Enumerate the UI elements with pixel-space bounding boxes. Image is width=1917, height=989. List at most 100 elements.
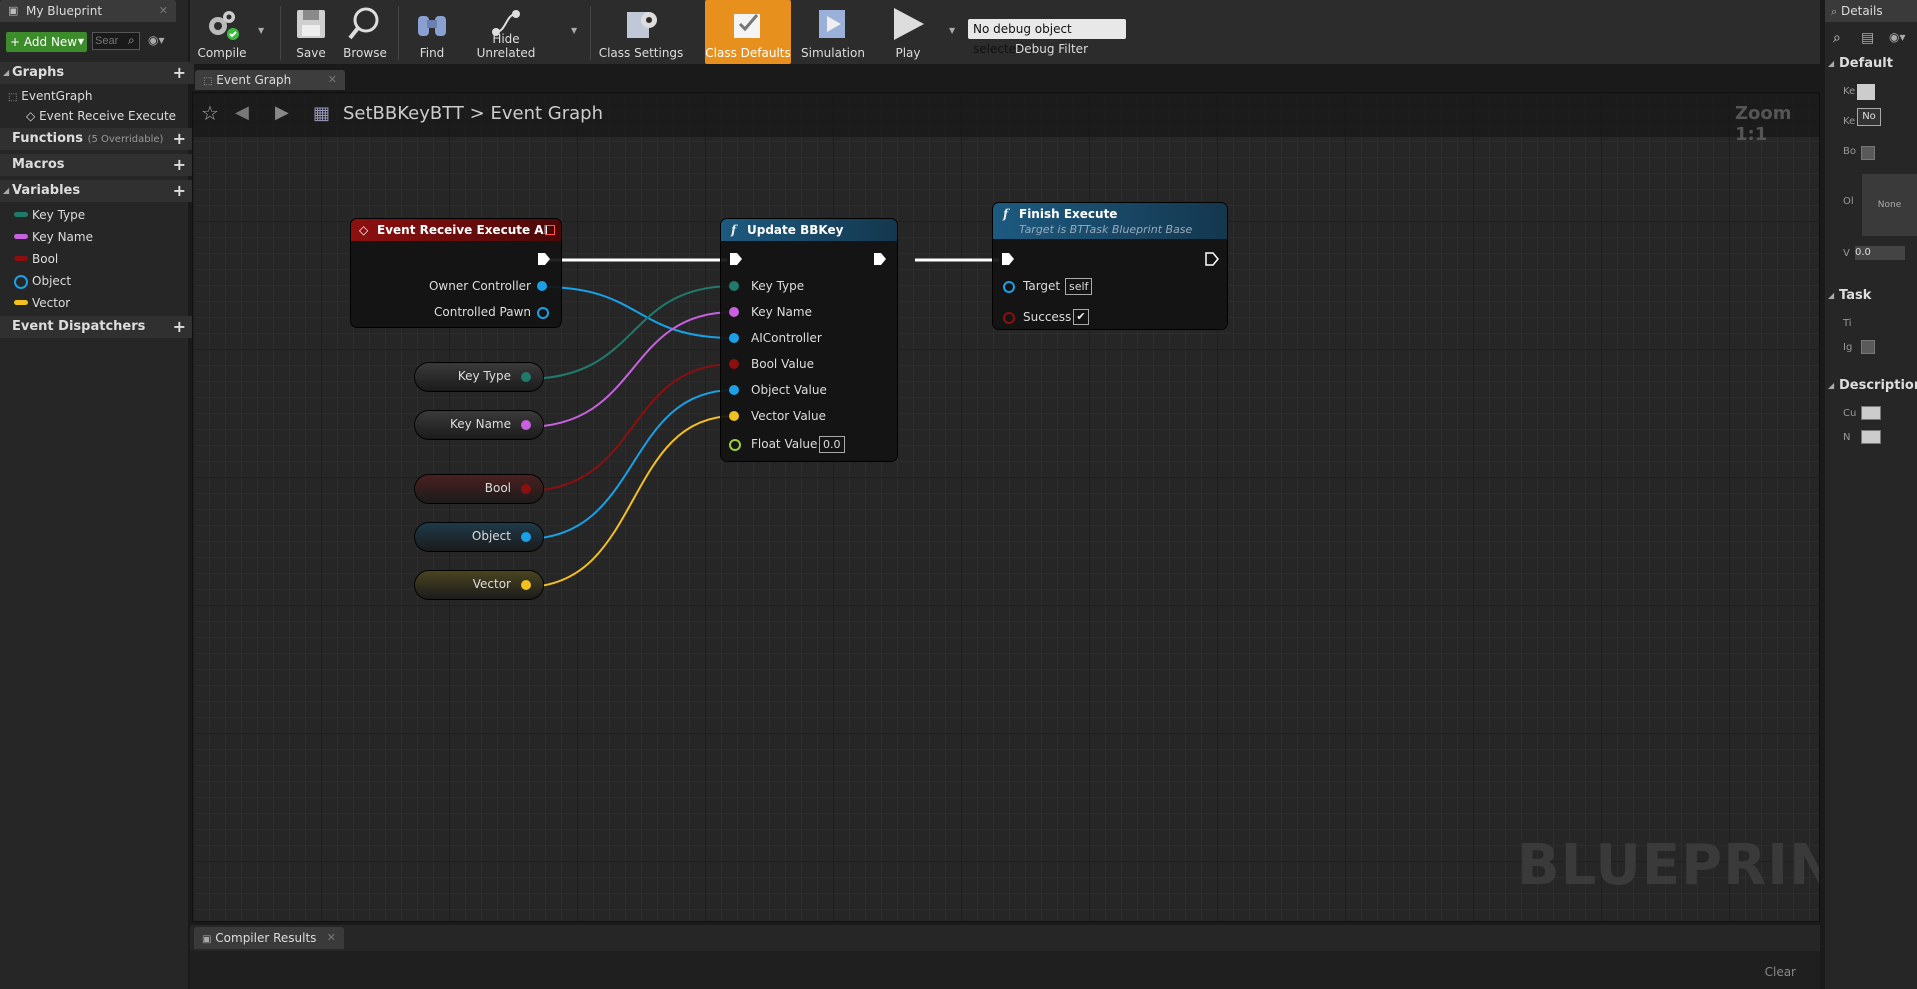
- pin-label: Key Type: [751, 279, 805, 293]
- exec-in-pin-icon[interactable]: [729, 252, 743, 266]
- variable-item-key-type[interactable]: Key Type: [0, 205, 214, 225]
- section-functions-label: Functions: [12, 131, 84, 146]
- float-value-pin[interactable]: [729, 439, 741, 451]
- key-type-dropdown[interactable]: [1857, 84, 1875, 100]
- hide-unrelated-chevron-icon[interactable]: ▼: [571, 26, 577, 35]
- close-icon[interactable]: ✕: [327, 927, 336, 949]
- object-getter-node[interactable]: Object: [415, 523, 543, 551]
- key-type-pin[interactable]: [729, 281, 739, 291]
- compile-button[interactable]: Compile: [190, 0, 254, 64]
- compile-options-chevron-icon[interactable]: ▼: [258, 26, 264, 35]
- my-blueprint-tab[interactable]: ▣ My Blueprint ✕: [0, 0, 176, 22]
- exec-out-pin-icon[interactable]: [873, 252, 887, 266]
- add-dispatcher-plus-icon[interactable]: +: [173, 316, 186, 338]
- graph-item-event-receive-execute[interactable]: ◇ Event Receive Execute: [0, 106, 208, 126]
- graph-canvas[interactable]: ☆ ◀ ▶ ▦ SetBBKeyBTT > Event Graph Zoom 1…: [192, 92, 1820, 922]
- hide-unrelated-button[interactable]: Hide Unrelated: [462, 0, 550, 64]
- section-variables[interactable]: ◢ Variables +: [0, 180, 194, 202]
- target-default-input[interactable]: self: [1065, 278, 1093, 295]
- object-thumbnail[interactable]: None: [1862, 174, 1917, 236]
- exec-in-pin-icon[interactable]: [1001, 252, 1015, 266]
- details-section-default[interactable]: ◢ Default: [1825, 54, 1917, 74]
- class-settings-button[interactable]: Class Settings: [598, 0, 684, 64]
- toolbar-separator: [398, 6, 399, 60]
- expand-triangle-icon: ◢: [3, 186, 10, 195]
- search-icon: ⌕: [128, 33, 135, 47]
- target-pin[interactable]: [1003, 281, 1015, 293]
- details-section-task[interactable]: ◢ Task: [1825, 286, 1917, 306]
- bool-getter-node[interactable]: Bool: [415, 475, 543, 503]
- eye-icon[interactable]: ◉▾: [148, 33, 165, 47]
- debug-object-select[interactable]: No debug object selected ▼: [968, 19, 1126, 56]
- getter-output-pin[interactable]: [521, 420, 531, 430]
- eye-icon[interactable]: ◉▾: [1889, 30, 1906, 44]
- getter-output-pin[interactable]: [521, 532, 531, 542]
- success-checkbox[interactable]: ✔: [1073, 309, 1089, 325]
- add-graph-plus-icon[interactable]: +: [173, 62, 186, 84]
- event-receive-execute-ai-node[interactable]: ◇ Event Receive Execute AI Owner Control…: [351, 219, 561, 327]
- vector-field[interactable]: 0.0: [1855, 246, 1905, 260]
- owner-controller-pin[interactable]: [537, 281, 547, 291]
- details-panel: ⌕ Details ⌕ ▤ ◉▾ ◢ Default Ke Ke No Bo O…: [1825, 0, 1917, 989]
- custom-description-checkbox[interactable]: [1861, 406, 1881, 420]
- details-row-label: Ke: [1843, 86, 1856, 97]
- variable-item-key-name[interactable]: Key Name: [0, 227, 214, 247]
- controlled-pawn-pin[interactable]: [537, 307, 549, 319]
- section-graphs[interactable]: ◢ Graphs +: [0, 62, 194, 84]
- clear-button[interactable]: Clear: [1765, 965, 1796, 979]
- debug-filter-label: Debug Filter: [1015, 42, 1088, 56]
- exec-out-pin-icon[interactable]: [537, 252, 551, 266]
- simulation-button[interactable]: Simulation: [794, 0, 872, 64]
- aicontroller-pin[interactable]: [729, 333, 739, 343]
- details-section-description[interactable]: ◢ Description: [1825, 376, 1917, 396]
- add-variable-plus-icon[interactable]: +: [173, 180, 186, 202]
- bool-value-pin[interactable]: [729, 359, 739, 369]
- details-tab-label: Details: [1841, 4, 1883, 18]
- bool-checkbox[interactable]: [1861, 146, 1875, 160]
- class-defaults-button[interactable]: Class Defaults: [705, 0, 791, 64]
- close-icon[interactable]: ✕: [159, 0, 168, 22]
- section-functions[interactable]: Functions (5 Overridable) +: [0, 128, 194, 150]
- compiler-results-label: Compiler Results: [215, 931, 317, 945]
- play-options-chevron-icon[interactable]: ▼: [949, 26, 955, 35]
- variable-item-vector[interactable]: Vector: [0, 293, 214, 313]
- event-graph-tab[interactable]: ⬚ Event Graph ✕: [195, 70, 345, 90]
- object-value-pin[interactable]: [729, 385, 739, 395]
- add-new-button[interactable]: + Add New ▼: [6, 32, 87, 52]
- float-value-input[interactable]: 0.0: [819, 436, 845, 453]
- variable-item-bool[interactable]: Bool: [0, 249, 214, 269]
- success-pin[interactable]: [1003, 312, 1015, 324]
- getter-output-pin[interactable]: [521, 372, 531, 382]
- search-icon[interactable]: ⌕: [1833, 30, 1841, 46]
- compiler-results-tab[interactable]: ▣ Compiler Results ✕: [194, 927, 344, 949]
- key-name-field[interactable]: No: [1857, 108, 1881, 126]
- key-name-pin[interactable]: [729, 307, 739, 317]
- ignore-checkbox[interactable]: [1861, 340, 1875, 354]
- add-new-label: Add New: [23, 35, 78, 49]
- save-button[interactable]: Save: [286, 0, 336, 64]
- node-title: Update BBKey: [747, 223, 844, 237]
- getter-output-pin[interactable]: [521, 580, 531, 590]
- add-function-plus-icon[interactable]: +: [173, 128, 186, 150]
- exec-out-pin-icon[interactable]: [1205, 252, 1219, 266]
- table-view-icon[interactable]: ▤: [1861, 30, 1874, 46]
- details-tab[interactable]: ⌕ Details: [1825, 0, 1917, 22]
- vector-getter-node[interactable]: Vector: [415, 571, 543, 599]
- node-name-checkbox[interactable]: [1861, 430, 1881, 444]
- section-macros[interactable]: Macros +: [0, 154, 194, 176]
- delegate-pin-icon[interactable]: [545, 225, 555, 235]
- find-button[interactable]: Find: [404, 0, 460, 64]
- update-bbkey-node[interactable]: f Update BBKey Key Type Key Name AIContr…: [721, 219, 897, 461]
- finish-execute-node[interactable]: f Finish Execute Target is BTTask Bluepr…: [993, 203, 1227, 329]
- browse-button[interactable]: Browse: [338, 0, 392, 64]
- add-macro-plus-icon[interactable]: +: [173, 154, 186, 176]
- vector-value-pin[interactable]: [729, 411, 739, 421]
- key-name-getter-node[interactable]: Key Name: [415, 411, 543, 439]
- getter-output-pin[interactable]: [521, 484, 531, 494]
- play-button[interactable]: Play: [880, 0, 936, 64]
- graph-item-eventgraph[interactable]: ⬚ EventGraph: [0, 86, 190, 106]
- section-event-dispatchers[interactable]: Event Dispatchers +: [0, 316, 194, 338]
- key-type-getter-node[interactable]: Key Type: [415, 363, 543, 391]
- variable-item-object[interactable]: Object: [0, 271, 214, 291]
- close-icon[interactable]: ✕: [328, 70, 337, 90]
